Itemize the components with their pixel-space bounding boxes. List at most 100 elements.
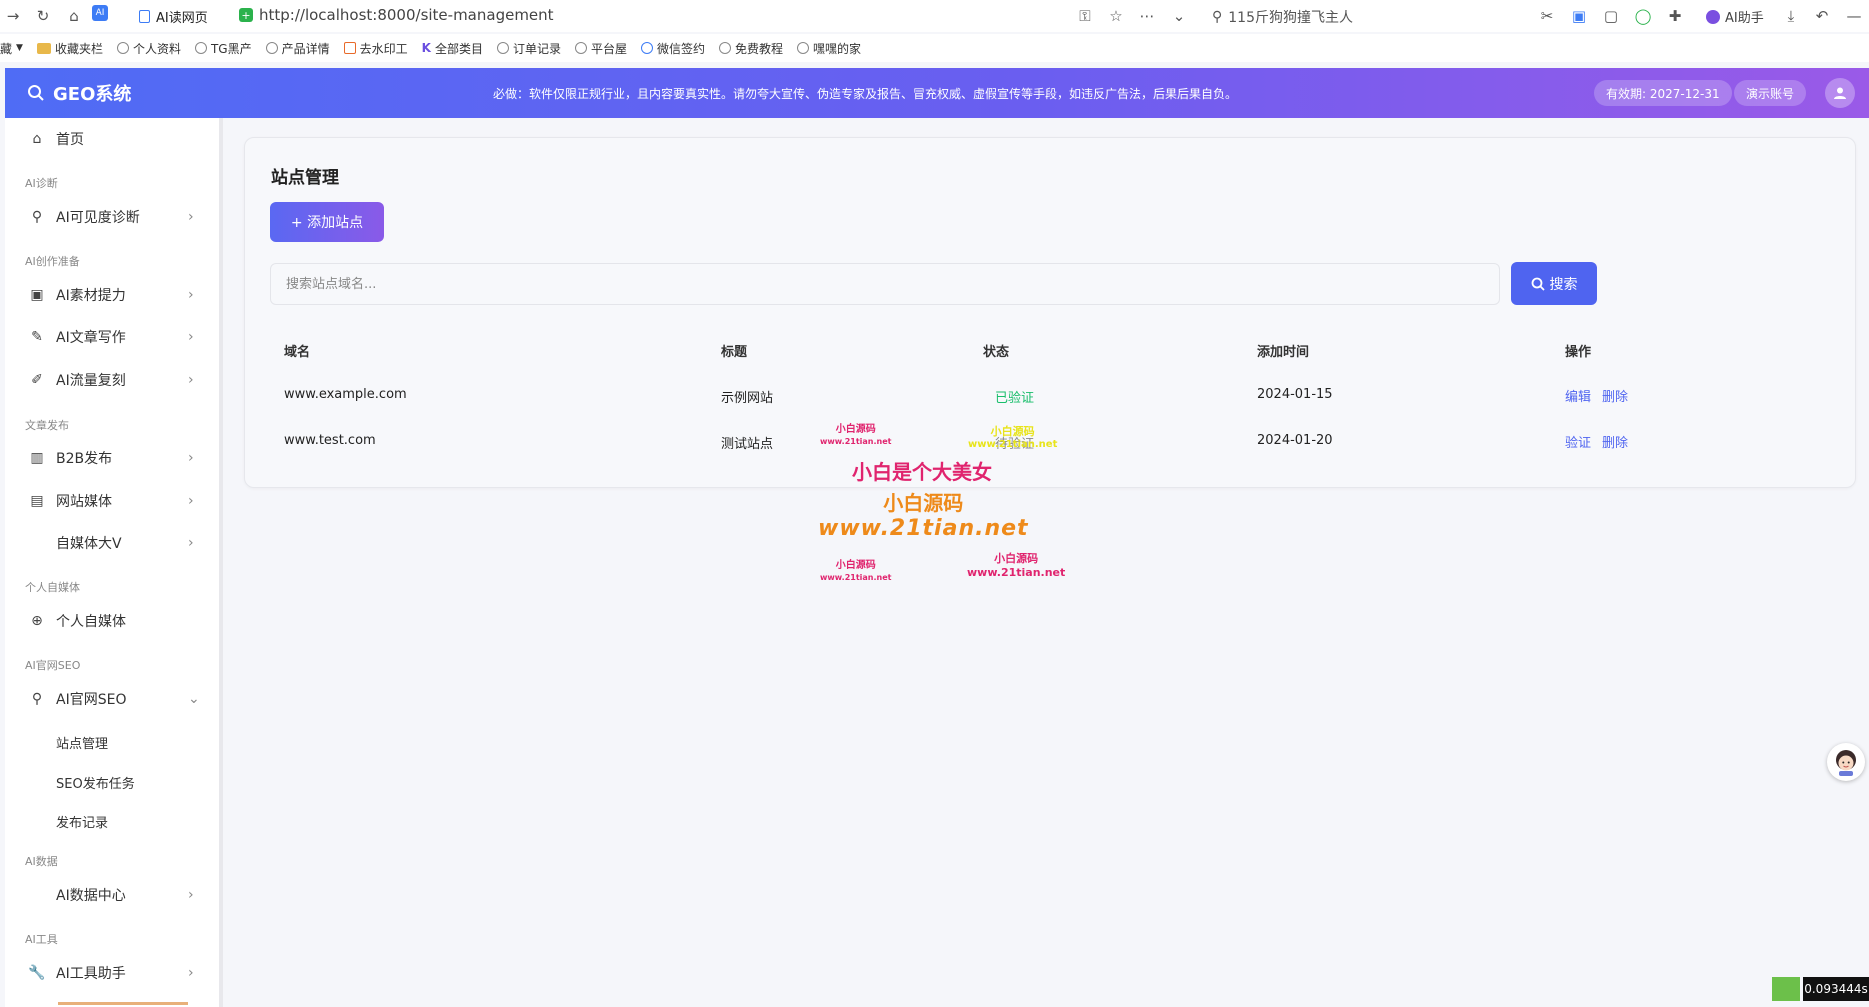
sidebar-item-b2b[interactable]: ▥ B2B发布 ›	[5, 440, 219, 476]
avatar[interactable]	[1825, 78, 1855, 108]
logo-text: GEO系统	[53, 84, 132, 105]
sidebar-item-visibility[interactable]: ⚲ AI可见度诊断 ›	[5, 199, 219, 235]
sidebar: ⌂ 首页 AI诊断 ⚲ AI可见度诊断 › AI创作准备 ▣ AI素材提力 › …	[5, 118, 223, 1007]
search-input[interactable]	[270, 263, 1500, 305]
bookmark-item[interactable]: 免费教程	[719, 40, 783, 57]
cell-date: 2024-01-20	[1257, 433, 1333, 448]
status-badge: 已验证	[995, 391, 1035, 406]
verify-link[interactable]: 验证	[1565, 432, 1591, 451]
cell-title: 示例网站	[721, 391, 774, 406]
bookmark-item[interactable]: 个人资料	[116, 40, 181, 57]
assistant-face-icon	[1836, 750, 1856, 776]
column-header-date: 添加时间	[1257, 345, 1310, 360]
chevron-down-icon: ⌄	[188, 691, 200, 707]
address-bar[interactable]: + http://localhost:8000/site-management	[239, 6, 554, 24]
bookmarks-bar: 藏 ▼ 收藏夹栏 个人资料 TG黑产 产品详情 去水印工 K 全部类目 订单记录 平…	[0, 34, 1869, 62]
sidebar-item-writing[interactable]: ✎ AI文章写作 ›	[5, 319, 219, 355]
bookmark-item[interactable]: 嘿嘿的家	[797, 40, 861, 57]
key-icon[interactable]: ⚿	[1074, 5, 1096, 27]
sidebar-item-personal-media[interactable]: ⊕ 个人自媒体	[5, 603, 219, 639]
minimize-icon[interactable]: —	[1843, 5, 1865, 27]
ai-app-icon[interactable]: AI	[92, 5, 108, 21]
user-icon	[1834, 87, 1846, 99]
sidebar-item-tools-helper[interactable]: 🔧 AI工具助手 ›	[5, 955, 219, 991]
sidebar-item-seo-tasks[interactable]: SEO发布任务	[56, 773, 135, 792]
watermark-large: 小白是个大美女	[852, 460, 992, 484]
compliance-notice: 必做：软件仅限正规行业，且内容要真实性。请勿夸大宣传、伪造专家及报告、冒充权威、…	[493, 87, 1238, 101]
group-label: AI工具	[25, 933, 58, 946]
sidebar-item-site-mgmt[interactable]: 站点管理	[56, 733, 108, 752]
search-icon	[28, 85, 44, 101]
watermark-tool-icon	[343, 42, 356, 54]
group-label: AI数据	[25, 855, 58, 868]
group-label: AI官网SEO	[25, 659, 81, 672]
demo-account-button[interactable]: 演示账号	[1734, 80, 1807, 106]
search-icon	[1531, 277, 1545, 291]
sidebar-item-self-media-v[interactable]: 自媒体大V ›	[5, 525, 219, 561]
bookmark-item[interactable]: K 全部类目	[422, 40, 483, 57]
sidebar-item-traffic[interactable]: ✐ AI流量复刻 ›	[5, 362, 219, 398]
sidebar-item-publish-log[interactable]: 发布记录	[56, 812, 108, 831]
scroll-indicator	[58, 1002, 188, 1005]
download-icon[interactable]: ⤓	[1780, 5, 1802, 27]
bookmark-item[interactable]: 平台屋	[574, 40, 627, 57]
bookmark-item[interactable]: 微信签约	[641, 40, 705, 57]
bookmark-item[interactable]: 订单记录	[496, 40, 561, 57]
window-icon[interactable]: ▢	[1600, 5, 1622, 27]
wechat-icon	[641, 42, 653, 54]
column-header-domain: 域名	[284, 345, 311, 360]
search-icon: ⚲	[31, 209, 43, 225]
folder-icon	[36, 42, 51, 54]
logo[interactable]: GEO系统	[27, 80, 131, 106]
sidebar-item-material[interactable]: ▣ AI素材提力 ›	[5, 277, 219, 313]
sidebar-item-site-media[interactable]: ▤ 网站媒体 ›	[5, 483, 219, 519]
globe-icon	[194, 42, 207, 54]
add-site-button[interactable]: + 添加站点	[270, 202, 384, 242]
search-hint[interactable]: ⚲ 115斤狗狗撞飞主人	[1212, 7, 1353, 27]
globe-icon	[719, 42, 732, 54]
chevron-right-icon: ›	[188, 287, 194, 303]
pencil-icon: ✐	[31, 372, 43, 388]
edit-link[interactable]: 编辑	[1565, 386, 1591, 405]
more-icon[interactable]: ⋯	[1136, 5, 1158, 27]
sidebar-item-home[interactable]: ⌂ 首页	[5, 121, 219, 157]
search-button[interactable]: 搜索	[1511, 262, 1597, 305]
sidebar-item-data-center[interactable]: AI数据中心 ›	[5, 877, 219, 913]
wrench-icon: 🔧	[28, 965, 46, 981]
translate-icon[interactable]: ▣	[1568, 5, 1590, 27]
page-title: 站点管理	[271, 168, 339, 188]
globe-icon	[496, 42, 509, 54]
column-header-actions: 操作	[1565, 345, 1592, 360]
browser-toolbar: → ↻ ⌂ AI AI读网页 + http://localhost:8000/s…	[0, 0, 1869, 32]
globe-icon	[574, 42, 587, 54]
forward-icon[interactable]: →	[2, 5, 24, 27]
watermark-mid: 小白源码 www.21tian.net	[818, 491, 1029, 541]
globe-icon	[265, 42, 278, 54]
bookmark-item[interactable]: 藏 ▼	[0, 40, 23, 57]
extension-icon[interactable]: ✚	[1664, 5, 1686, 27]
tab-ai-read[interactable]: AI读网页	[139, 7, 208, 26]
delete-link[interactable]: 删除	[1602, 386, 1628, 405]
image-icon: ▣	[30, 287, 44, 303]
ai-assistant-button[interactable]: AI助手	[1706, 7, 1764, 26]
floating-assistant-avatar[interactable]	[1827, 743, 1865, 781]
star-icon[interactable]: ☆	[1105, 5, 1127, 27]
group-label: AI诊断	[25, 177, 58, 190]
chevron-right-icon: ›	[188, 450, 194, 466]
home-icon[interactable]: ⌂	[63, 5, 85, 27]
reload-icon[interactable]: ↻	[32, 5, 54, 27]
bookmark-folder[interactable]: 收藏夹栏	[36, 40, 103, 57]
sidebar-item-seo[interactable]: ⚲ AI官网SEO ⌄	[5, 681, 219, 717]
chevron-down-icon[interactable]: ⌄	[1168, 5, 1190, 27]
delete-link[interactable]: 删除	[1602, 432, 1628, 451]
bookmark-item[interactable]: TG黑产	[194, 40, 252, 57]
circle-icon[interactable]: ◯	[1632, 5, 1654, 27]
undo-icon[interactable]: ↶	[1811, 5, 1833, 27]
chevron-right-icon: ›	[188, 887, 194, 903]
bookmark-item[interactable]: 产品详情	[265, 40, 330, 57]
scissors-icon[interactable]: ✂	[1536, 5, 1558, 27]
group-label: 个人自媒体	[25, 581, 80, 594]
search-hint-text: 115斤狗狗撞飞主人	[1228, 10, 1353, 26]
site-secure-icon: +	[239, 8, 253, 22]
bookmark-item[interactable]: 去水印工	[343, 40, 408, 57]
